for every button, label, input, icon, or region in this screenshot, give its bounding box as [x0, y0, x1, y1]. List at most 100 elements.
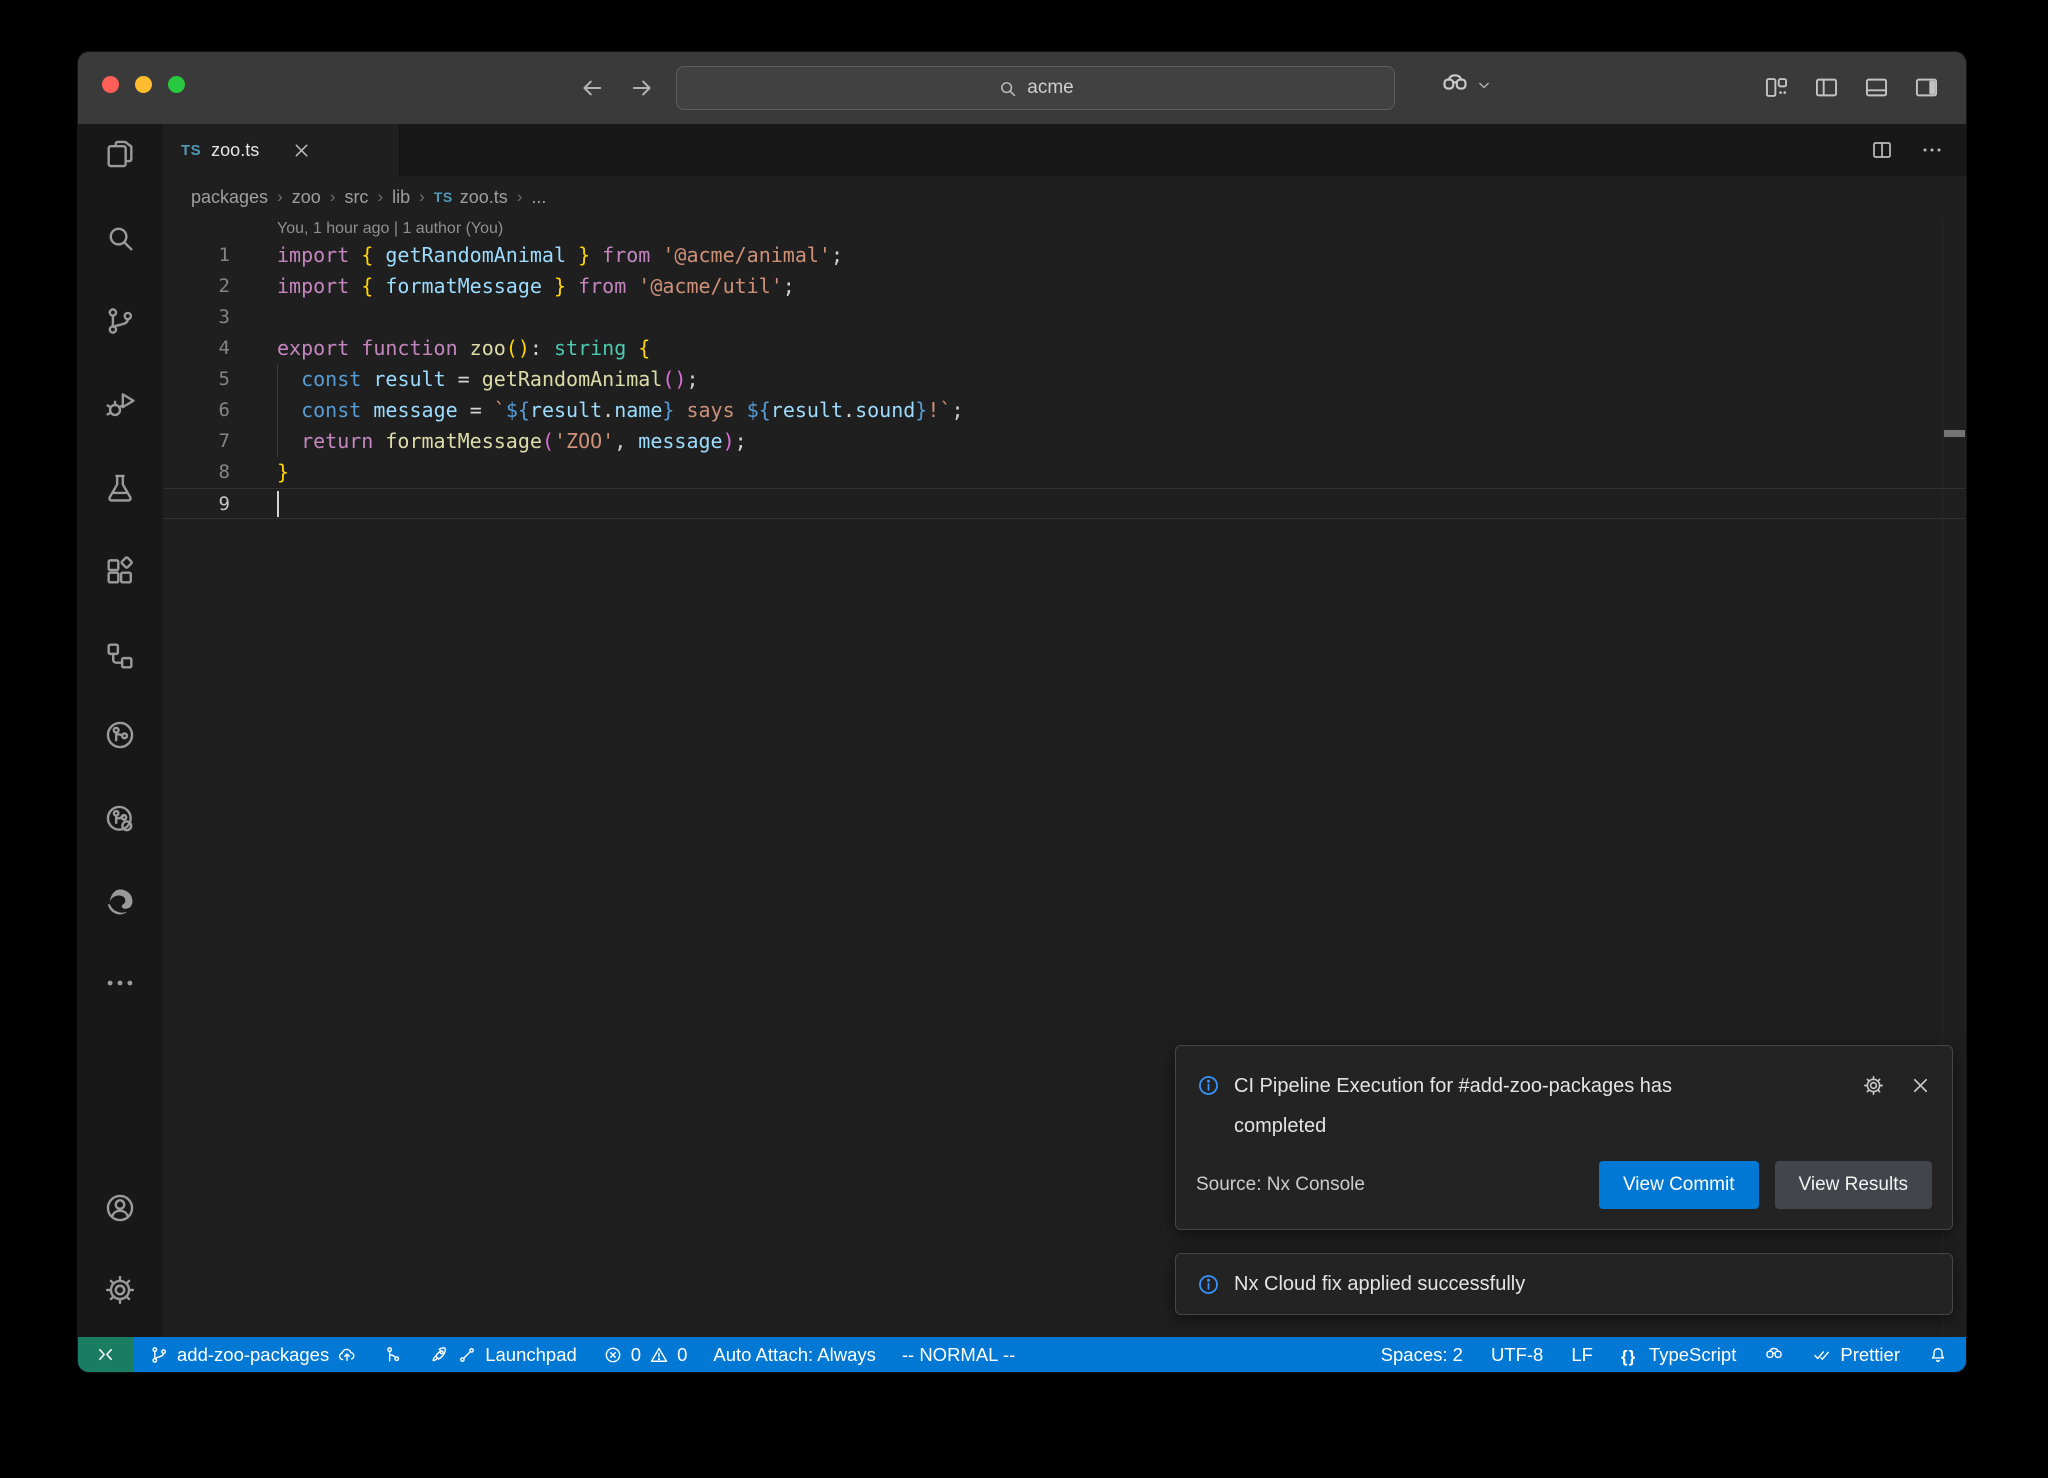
activity-bar-item-search[interactable] [103, 221, 137, 255]
breadcrumb-separator: › [272, 187, 288, 207]
toggle-secondary-sidebar-icon[interactable] [1913, 74, 1940, 101]
notification-settings-gear-icon[interactable] [1862, 1074, 1885, 1097]
breadcrumb-separator: › [414, 187, 430, 207]
code-line-5[interactable]: 5 const result = getRandomAnimal(); [163, 364, 1966, 395]
notification-message: CI Pipeline Execution for #add-zoo-packa… [1234, 1066, 1734, 1146]
copilot-icon [1440, 70, 1470, 100]
back-arrow-icon[interactable] [578, 74, 606, 102]
breadcrumb-item-src[interactable]: src [344, 187, 368, 208]
forward-arrow-icon[interactable] [628, 74, 656, 102]
typescript-file-icon: TS [434, 189, 453, 205]
status-item-label: Auto Attach: Always [713, 1344, 875, 1366]
notification-toast-nx-cloud: Nx Cloud fix applied successfully [1175, 1253, 1953, 1315]
toggle-primary-sidebar-icon[interactable] [1813, 74, 1840, 101]
activity-bar-item-settings[interactable] [103, 1273, 137, 1307]
breadcrumb-item-packages[interactable]: packages [191, 187, 268, 208]
split-editor-icon[interactable] [1870, 138, 1894, 162]
status-item-git-branch-status[interactable]: add-zoo-packages [149, 1344, 357, 1366]
activity-bar-item-edge-tools[interactable] [103, 885, 137, 919]
code-line-9[interactable]: 9 [163, 488, 1966, 519]
code-text: const message = `${result.name} says ${r… [230, 395, 963, 426]
minimize-window-button[interactable] [135, 76, 152, 93]
indent-guide [277, 364, 278, 457]
code-line-2[interactable]: 2import { formatMessage } from '@acme/ut… [163, 271, 1966, 302]
braces-icon: {} [1621, 1345, 1641, 1365]
code-line-3[interactable]: 3 [163, 302, 1966, 333]
customize-layout-icon[interactable] [1763, 74, 1790, 101]
code-line-6[interactable]: 6 const message = `${result.name} says $… [163, 395, 1966, 426]
breadcrumb-separator: › [512, 187, 528, 207]
activity-bar-item-explorer[interactable] [103, 137, 137, 171]
line-number: 9 [163, 489, 230, 520]
status-item-vim-mode[interactable]: -- NORMAL -- [902, 1344, 1015, 1366]
command-center-search[interactable]: acme [676, 66, 1395, 110]
status-item-encoding[interactable]: UTF-8 [1491, 1344, 1543, 1366]
code-text: import { getRandomAnimal } from '@acme/a… [230, 240, 843, 271]
status-item-label: Spaces: 2 [1381, 1344, 1463, 1366]
status-item-formatter[interactable]: Prettier [1812, 1344, 1900, 1366]
breadcrumb-item-zoo[interactable]: zoo [292, 187, 321, 208]
copilot-menu-button[interactable] [1440, 70, 1494, 100]
git-branch-icon [149, 1345, 169, 1365]
status-item-copilot-status[interactable] [1764, 1345, 1784, 1365]
rocket-icon [429, 1345, 449, 1365]
tab-strip: TS zoo.ts [163, 124, 1966, 176]
view-results-button[interactable]: View Results [1775, 1161, 1932, 1209]
activity-bar-item-nx-console[interactable] [103, 718, 137, 752]
close-window-button[interactable] [102, 76, 119, 93]
activity-bar-item-accounts[interactable] [103, 1191, 137, 1225]
code-line-4[interactable]: 4export function zoo(): string { [163, 333, 1966, 364]
tab-label: zoo.ts [211, 140, 259, 161]
pipeline-icon [383, 1345, 403, 1365]
status-item-label: -- NORMAL -- [902, 1344, 1015, 1366]
status-item-label: LF [1571, 1344, 1593, 1366]
editor-actions [1870, 124, 1944, 176]
code-text: import { formatMessage } from '@acme/uti… [230, 271, 795, 302]
code-line-8[interactable]: 8} [163, 457, 1966, 488]
status-item-notifications-bell[interactable] [1928, 1345, 1948, 1365]
status-item-launchpad[interactable]: Launchpad [429, 1344, 577, 1366]
breadcrumb-item-[interactable]: ... [531, 187, 546, 208]
activity-bar-item-run-debug[interactable] [103, 388, 137, 422]
copilot-icon [1764, 1345, 1784, 1365]
status-item-language-mode[interactable]: {}TypeScript [1621, 1344, 1736, 1366]
breadcrumb: packages›zoo›src›lib›TSzoo.ts›... [163, 176, 1966, 218]
activity-bar-item-testing[interactable] [103, 471, 137, 505]
breadcrumb-item-lib[interactable]: lib [392, 187, 410, 208]
activity-bar-item-source-control[interactable] [103, 304, 137, 338]
toggle-panel-icon[interactable] [1863, 74, 1890, 101]
status-item-label: Prettier [1840, 1344, 1900, 1366]
code-text: return formatMessage('ZOO', message); [230, 426, 747, 457]
status-item-eol[interactable]: LF [1571, 1344, 1593, 1366]
git-blame-codelens[interactable]: You, 1 hour ago | 1 author (You) [163, 218, 1966, 240]
code-text: export function zoo(): string { [230, 333, 650, 364]
activity-bar-item-gitlens[interactable] [103, 802, 137, 836]
zoom-window-button[interactable] [168, 76, 185, 93]
status-item-auto-attach[interactable]: Auto Attach: Always [713, 1344, 875, 1366]
status-item-problems[interactable]: 00 [603, 1344, 688, 1366]
line-number: 4 [163, 333, 230, 364]
chevron-down-icon [1474, 75, 1494, 95]
activity-bar-item-more-views[interactable] [103, 966, 137, 1000]
remote-indicator[interactable] [78, 1337, 133, 1372]
tab-zoo-ts[interactable]: TS zoo.ts [163, 124, 400, 176]
status-item-indentation[interactable]: Spaces: 2 [1381, 1344, 1463, 1366]
breadcrumb-item-zoots[interactable]: TSzoo.ts [434, 187, 508, 208]
notification-close-icon[interactable] [1909, 1074, 1932, 1097]
close-tab-icon[interactable] [291, 140, 312, 161]
activity-bar-item-extensions[interactable] [103, 554, 137, 588]
traffic-lights [102, 76, 185, 93]
remote-icon [95, 1344, 116, 1365]
layout-controls [1763, 74, 1940, 101]
code-line-7[interactable]: 7 return formatMessage('ZOO', message); [163, 426, 1966, 457]
code-line-1[interactable]: 1import { getRandomAnimal } from '@acme/… [163, 240, 1966, 271]
status-item-pipeline-status[interactable] [383, 1345, 403, 1365]
view-commit-button[interactable]: View Commit [1599, 1161, 1759, 1209]
line-number: 6 [163, 395, 230, 426]
bell-icon [1928, 1345, 1948, 1365]
activity-bar-item-project-graph[interactable] [103, 639, 137, 673]
more-actions-icon[interactable] [1920, 138, 1944, 162]
search-icon [997, 78, 1018, 99]
branch-small-icon [457, 1345, 477, 1365]
warning-icon [649, 1345, 669, 1365]
